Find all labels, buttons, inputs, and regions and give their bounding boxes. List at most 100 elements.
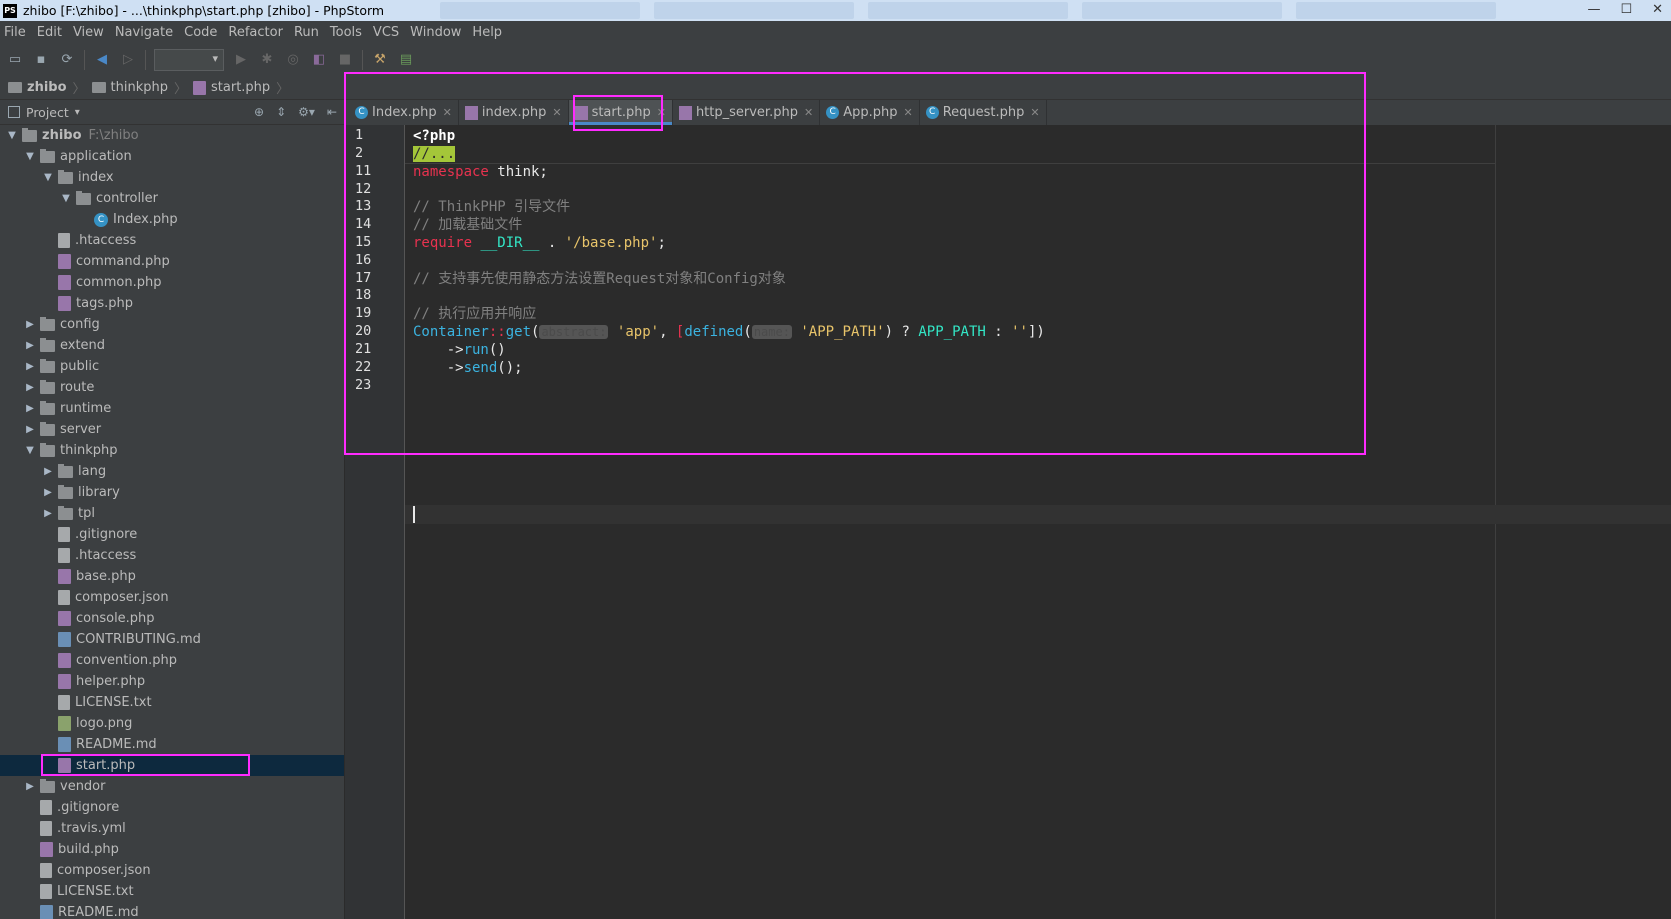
expanded-arrow-icon[interactable]: ▼ <box>24 445 36 456</box>
collapsed-arrow-icon[interactable]: ▶ <box>42 487 54 498</box>
menu-run[interactable]: Run <box>294 25 319 40</box>
back-arrow-icon[interactable]: ◀ <box>93 51 111 69</box>
tree-item-label: route <box>60 380 94 395</box>
tree-item-label: tpl <box>78 506 95 521</box>
tree-item[interactable]: build.php <box>0 839 344 860</box>
menu-tools[interactable]: Tools <box>330 25 362 40</box>
collapsed-arrow-icon[interactable]: ▶ <box>42 508 54 519</box>
tree-item[interactable]: ▶ server <box>0 419 344 440</box>
tree-item[interactable]: ▶ config <box>0 314 344 335</box>
tree-item[interactable]: README.md <box>0 902 344 919</box>
tree-item[interactable]: .htaccess <box>0 230 344 251</box>
collapsed-arrow-icon[interactable]: ▶ <box>24 403 36 414</box>
locate-target-icon[interactable]: ⊕ <box>254 105 264 119</box>
tree-item[interactable]: ▶ route <box>0 377 344 398</box>
folder-icon <box>40 316 55 331</box>
tree-item[interactable]: ▶ runtime <box>0 398 344 419</box>
tree-item[interactable]: .gitignore <box>0 797 344 818</box>
project-view-selector[interactable]: Project <box>26 105 69 120</box>
menu-vcs[interactable]: VCS <box>373 25 399 40</box>
tree-item-name: .travis.yml <box>57 821 126 836</box>
tree-item[interactable]: ▶ public <box>0 356 344 377</box>
collapsed-arrow-icon[interactable]: ▶ <box>24 424 36 435</box>
expanded-arrow-icon[interactable]: ▼ <box>60 193 72 204</box>
tree-item[interactable]: LICENSE.txt <box>0 881 344 902</box>
tree-item[interactable]: ▶ library <box>0 482 344 503</box>
tree-item-label: .travis.yml <box>57 821 126 836</box>
menu-refactor[interactable]: Refactor <box>228 25 283 40</box>
collapsed-arrow-icon[interactable]: ▶ <box>24 781 36 792</box>
debug-icon[interactable]: ✱ <box>258 51 276 69</box>
collapsed-arrow-icon[interactable]: ▶ <box>42 466 54 477</box>
tree-item[interactable]: base.php <box>0 566 344 587</box>
sync-icon[interactable]: ⟳ <box>58 51 76 69</box>
profile-icon[interactable]: ◧ <box>310 51 328 69</box>
tree-item[interactable]: convention.php <box>0 650 344 671</box>
tree-item[interactable]: ▶ lang <box>0 461 344 482</box>
collapsed-arrow-icon[interactable]: ▶ <box>24 319 36 330</box>
tree-item[interactable]: ▼ controller <box>0 188 344 209</box>
tree-item[interactable]: ▼ thinkphp <box>0 440 344 461</box>
tree-item[interactable]: common.php <box>0 272 344 293</box>
tree-item[interactable]: command.php <box>0 251 344 272</box>
forward-arrow-icon[interactable]: ▷ <box>119 51 137 69</box>
menu-edit[interactable]: Edit <box>37 25 62 40</box>
tree-item[interactable]: .travis.yml <box>0 818 344 839</box>
tree-item[interactable]: composer.json <box>0 587 344 608</box>
breadcrumb-item-thinkphp[interactable]: thinkphp <box>91 80 168 95</box>
collapse-all-icon[interactable]: ⇕ <box>276 105 286 119</box>
tree-item[interactable]: .htaccess <box>0 545 344 566</box>
breadcrumb-item-start-php[interactable]: start.php <box>193 80 270 95</box>
project-structure-icon[interactable]: ▤ <box>397 51 415 69</box>
expanded-arrow-icon[interactable]: ▼ <box>24 151 36 162</box>
open-folder-icon[interactable]: ▭ <box>6 51 24 69</box>
run-icon[interactable]: ▶ <box>232 51 250 69</box>
gear-icon[interactable]: ⚙▾ <box>298 105 315 119</box>
tree-item[interactable]: CONTRIBUTING.md <box>0 629 344 650</box>
coverage-icon[interactable]: ◎ <box>284 51 302 69</box>
tree-item-name: build.php <box>58 842 119 857</box>
stop-icon[interactable]: ■ <box>336 51 354 69</box>
blurred-tab <box>1296 2 1496 19</box>
folder-icon <box>58 484 73 499</box>
maximize-icon[interactable]: ☐ <box>1620 2 1632 17</box>
tree-item[interactable]: ▼ index <box>0 167 344 188</box>
tree-item[interactable]: ▼ application <box>0 146 344 167</box>
tree-item[interactable]: composer.json <box>0 860 344 881</box>
tree-item[interactable]: tags.php <box>0 293 344 314</box>
tree-item[interactable]: LICENSE.txt <box>0 692 344 713</box>
tree-item[interactable]: .gitignore <box>0 524 344 545</box>
tree-item[interactable]: helper.php <box>0 671 344 692</box>
expanded-arrow-icon[interactable]: ▼ <box>42 172 54 183</box>
tree-item-name: extend <box>60 338 106 353</box>
menu-navigate[interactable]: Navigate <box>115 25 173 40</box>
collapsed-arrow-icon[interactable]: ▶ <box>24 340 36 351</box>
folder-icon <box>58 505 73 520</box>
expanded-arrow-icon[interactable]: ▼ <box>6 130 18 141</box>
tree-item-name: README.md <box>58 905 139 919</box>
tree-item[interactable]: ▼ zhibo F:\zhibo <box>0 125 344 146</box>
run-configuration-select[interactable] <box>154 48 224 71</box>
close-icon[interactable]: ✕ <box>1652 2 1663 17</box>
menu-file[interactable]: File <box>4 25 26 40</box>
chevron-down-icon[interactable]: ▾ <box>75 107 80 118</box>
tree-item[interactable]: README.md <box>0 734 344 755</box>
settings-wrench-icon[interactable]: ⚒ <box>371 51 389 69</box>
hide-panel-icon[interactable]: ⇤ <box>327 105 337 119</box>
breadcrumb-item-zhibo[interactable]: zhibo <box>8 80 67 95</box>
menu-view[interactable]: View <box>73 25 104 40</box>
tree-item[interactable]: ▶ extend <box>0 335 344 356</box>
menu-window[interactable]: Window <box>410 25 461 40</box>
markdown-file-icon <box>58 737 71 752</box>
tree-item[interactable]: C Index.php <box>0 209 344 230</box>
tree-item[interactable]: console.php <box>0 608 344 629</box>
collapsed-arrow-icon[interactable]: ▶ <box>24 382 36 393</box>
tree-item[interactable]: logo.png <box>0 713 344 734</box>
menu-code[interactable]: Code <box>184 25 217 40</box>
collapsed-arrow-icon[interactable]: ▶ <box>24 361 36 372</box>
tree-item[interactable]: ▶ tpl <box>0 503 344 524</box>
minimize-icon[interactable]: — <box>1587 2 1600 17</box>
menu-help[interactable]: Help <box>472 25 502 40</box>
save-icon[interactable]: ▪ <box>32 51 50 69</box>
tree-item[interactable]: ▶ vendor <box>0 776 344 797</box>
